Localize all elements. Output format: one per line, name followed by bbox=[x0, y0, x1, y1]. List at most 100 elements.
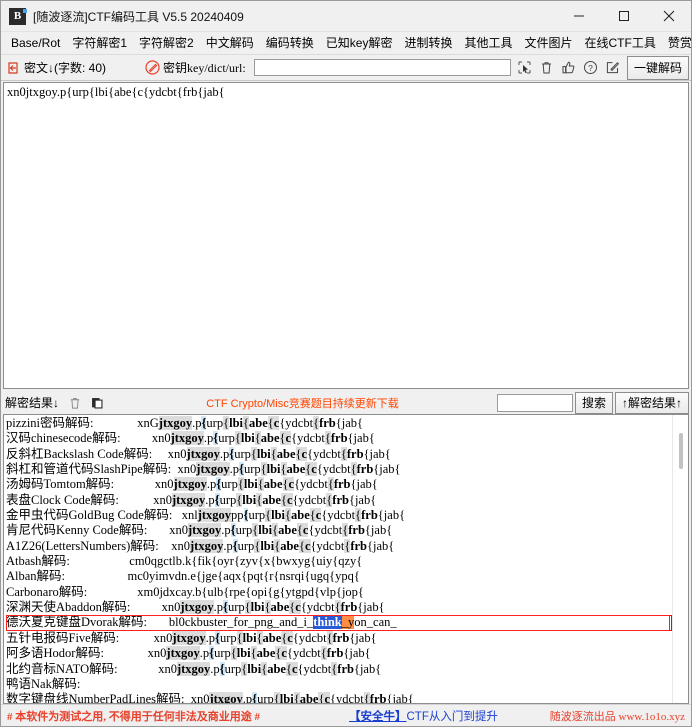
title-bar: B [随波逐流]CTF编码工具 V5.5 20240409 bbox=[1, 1, 691, 32]
cipher-input-text: xn0jtxgoy.p{urp{lbi{abe{c{ydcbt{frb{jab{ bbox=[7, 85, 225, 99]
result-value: xn0jtxgoy.p{urp{lbi{abe{c{ydcbt{frb{jab{ bbox=[147, 646, 371, 661]
result-value: xn0jtxgoy.p{urp{lbi{abe{c{ydcbt{frb{jab{ bbox=[153, 492, 377, 507]
result-gap bbox=[147, 523, 169, 537]
application-window: B [随波逐流]CTF编码工具 V5.5 20240409 Base/Rot 字… bbox=[0, 0, 692, 727]
result-label: 北约音标NATO解码: bbox=[6, 661, 118, 676]
menu-item-base-rot[interactable]: Base/Rot bbox=[5, 33, 66, 53]
result-value: xnljtxgoypp{urp{lbi{abe{c{ydcbt{frb{jab{ bbox=[181, 508, 406, 523]
menu-item-other-tools[interactable]: 其他工具 bbox=[458, 33, 518, 53]
result-row[interactable]: 金甲虫代码GoldBug Code解码: xnljtxgoypp{urp{lbi… bbox=[6, 508, 672, 523]
results-scrollbar[interactable] bbox=[672, 415, 688, 703]
promo-banner[interactable]: CTF Crypto/Misc竞赛题目持续更新下载 bbox=[108, 395, 497, 411]
menu-item-known-key[interactable]: 已知key解密 bbox=[320, 33, 399, 53]
result-label: 汉码chinesecode解码: bbox=[6, 431, 121, 446]
menu-item-char-decrypt-1[interactable]: 字符解密1 bbox=[66, 33, 133, 53]
result-value: xn0jtxgoy.p{urp{lbi{abe{c{ydcbt{frb{jab{ bbox=[161, 600, 385, 615]
menu-item-encoding-convert[interactable]: 编码转换 bbox=[260, 33, 320, 53]
maximize-button[interactable] bbox=[601, 1, 646, 31]
key-input[interactable] bbox=[253, 59, 511, 76]
result-row[interactable]: 斜杠和管道代码SlashPipe解码: xn0jtxgoy.p{urp{lbi{… bbox=[6, 462, 672, 477]
result-value: xnGjtxgoy.p{urp{lbi{abe{c{ydcbt{frb{jab{ bbox=[137, 416, 364, 430]
minimize-button[interactable] bbox=[556, 1, 601, 31]
result-row[interactable]: 阿多语Hodor解码: xn0jtxgoy.p{urp{lbi{abe{c{yd… bbox=[6, 646, 672, 661]
search-input[interactable] bbox=[496, 393, 573, 412]
status-promo-bracket: 【安全牛】 bbox=[349, 710, 407, 723]
results-list[interactable]: pizzini密码解码: xnGjtxgoy.p{urp{lbi{abe{c{y… bbox=[4, 415, 672, 703]
trash-icon[interactable] bbox=[537, 58, 557, 78]
search-button[interactable]: 搜索 bbox=[574, 391, 613, 414]
svg-text:?: ? bbox=[589, 63, 594, 73]
result-value: xn0jtxgoy.p{urp{lbi{abe{c{ydcbt{frb{jab{ bbox=[191, 692, 414, 703]
result-label: 汤姆码Tomtom解码: bbox=[6, 477, 115, 492]
result-gap bbox=[65, 569, 128, 583]
result-row[interactable]: 深渊天使Abaddon解码: xn0jtxgoy.p{urp{lbi{abe{c… bbox=[6, 600, 672, 615]
results-scrollbar-thumb[interactable] bbox=[679, 433, 683, 469]
results-trash-icon[interactable] bbox=[65, 393, 85, 413]
result-row[interactable]: 数字键盘线NumberPadLines解码: xn0jtxgoy.p{urp{l… bbox=[6, 692, 672, 703]
result-label: Alban解码: bbox=[6, 569, 66, 584]
status-website: 随波逐流出品 www.1o1o.xyz bbox=[549, 710, 685, 723]
edit-square-icon[interactable] bbox=[603, 58, 623, 78]
result-gap bbox=[130, 600, 161, 614]
result-label: 德沃夏克键盘Dvorak解码: bbox=[6, 615, 147, 630]
status-promo-text: CTF从入门到提升 bbox=[406, 710, 498, 723]
result-gap bbox=[104, 646, 148, 660]
menu-item-donate[interactable]: 赞赏作者 bbox=[662, 33, 692, 53]
status-promo-link[interactable]: 【安全牛】CTF从入门到提升 bbox=[349, 708, 498, 724]
result-row[interactable]: 表盘Clock Code解码: xn0jtxgoy.p{urp{lbi{abe{… bbox=[6, 492, 672, 508]
menu-bar: Base/Rot 字符解密1 字符解密2 中文解码 编码转换 已知key解密 进… bbox=[1, 32, 692, 55]
result-row[interactable]: Atbash解码: cm0qgctlb.k{fik{oyr{zyv{x{bwxy… bbox=[6, 554, 672, 569]
help-question-icon[interactable]: ? bbox=[581, 58, 601, 78]
result-label: 深渊天使Abaddon解码: bbox=[6, 600, 131, 615]
result-label: pizzini密码解码: bbox=[6, 416, 94, 430]
menu-item-online-ctf[interactable]: 在线CTF工具 bbox=[579, 33, 662, 53]
results-header: 解密结果↓ CTF Crypto/Misc竞赛题目持续更新下载 搜索 ↑解密结果… bbox=[1, 391, 691, 414]
cipher-toolbar: 密文↓(字数: 40) 密钥key/dict/url: ? 一键解码 bbox=[1, 55, 691, 81]
result-label: 表盘Clock Code解码: bbox=[6, 492, 119, 507]
result-row[interactable]: 汤姆码Tomtom解码: xn0jtxgoy.p{urp{lbi{abe{c{y… bbox=[6, 477, 672, 492]
menu-item-chinese-decode[interactable]: 中文解码 bbox=[200, 33, 260, 53]
result-label: 鸭语Nak解码: bbox=[6, 676, 81, 691]
menu-item-file-image[interactable]: 文件图片 bbox=[518, 33, 578, 53]
result-value: xm0jdxcay.b{ulb{rpe{opi{g{ytgpd{vlp{jop{ bbox=[137, 584, 364, 599]
result-label: 肯尼代码Kenny Code解码: bbox=[6, 523, 148, 538]
status-disclaimer: # 本软件为测试之用, 不得用于任何非法及商业用途 # bbox=[7, 710, 260, 723]
pencil-edit-icon[interactable] bbox=[144, 60, 160, 76]
thumbs-up-icon[interactable] bbox=[559, 58, 579, 78]
select-cursor-icon[interactable] bbox=[515, 58, 535, 78]
result-row[interactable]: 汉码chinesecode解码: xn0jtxgoy.p{urp{lbi{abe… bbox=[6, 431, 672, 446]
result-row[interactable]: 反斜杠Backslash Code解码: xn0jtxgoy.p{urp{lbi… bbox=[6, 446, 672, 462]
result-value-post: on_can_ bbox=[354, 615, 397, 630]
result-value: xn0jtxgoy.p{urp{lbi{abe{c{ydcbt{frb{jab{ bbox=[153, 630, 377, 645]
result-row[interactable]: 五针电报码Five解码: xn0jtxgoy.p{urp{lbi{abe{c{y… bbox=[6, 630, 672, 646]
result-label: Carbonaro解码: bbox=[6, 584, 88, 599]
result-value: cm0qgctlb.k{fik{oyr{zyv{x{bwxyg{uiy{qzy{ bbox=[129, 554, 363, 569]
result-value: xn0jtxgoy.p{urp{lbi{abe{c{ydcbt{frb{jab{ bbox=[169, 523, 393, 538]
result-row[interactable]: 德沃夏克键盘Dvorak解码: bl0ckbuster_for_png_and_… bbox=[6, 615, 672, 631]
app-logo-icon: B bbox=[9, 7, 27, 25]
results-title: 解密结果↓ bbox=[5, 396, 60, 410]
results-copy-icon[interactable] bbox=[87, 393, 107, 413]
result-value: xn0jtxgoy.p{urp{lbi{abe{c{ydcbt{frb{jab{ bbox=[154, 477, 378, 492]
result-row[interactable]: pizzini密码解码: xnGjtxgoy.p{urp{lbi{abe{c{y… bbox=[6, 416, 672, 431]
result-row[interactable]: 鸭语Nak解码: bbox=[6, 677, 672, 692]
menu-item-base-convert[interactable]: 进制转换 bbox=[398, 33, 458, 53]
scroll-results-button[interactable]: ↑解密结果↑ bbox=[614, 391, 689, 414]
result-row[interactable]: Alban解码: mc0yimvdn.e{jge{aqx{pqt{r{nsrqi… bbox=[6, 569, 672, 584]
result-value: xn0jtxgoy.p{urp{lbi{abe{c{ydcbt{frb{jab{ bbox=[151, 431, 375, 446]
close-button[interactable] bbox=[646, 1, 691, 31]
cipher-label: 密文↓(字数: 40) bbox=[24, 61, 107, 75]
cipher-input-area[interactable]: xn0jtxgoy.p{urp{lbi{abe{c{ydcbt{frb{jab{ bbox=[3, 82, 689, 389]
result-selection: think bbox=[313, 615, 342, 630]
result-row[interactable]: 北约音标NATO解码: xn0jtxgoy.p{urp{lbi{abe{c{yd… bbox=[6, 661, 672, 677]
result-gap bbox=[119, 631, 153, 645]
key-label: 密钥key/dict/url: bbox=[163, 61, 246, 75]
import-arrow-icon[interactable] bbox=[5, 60, 21, 76]
result-gap bbox=[118, 662, 159, 676]
one-key-decode-button[interactable]: 一键解码 bbox=[626, 55, 689, 80]
result-row[interactable]: 肯尼代码Kenny Code解码: xn0jtxgoy.p{urp{lbi{ab… bbox=[6, 523, 672, 538]
result-row[interactable]: Carbonaro解码: xm0jdxcay.b{ulb{rpe{opi{g{y… bbox=[6, 585, 672, 600]
result-row[interactable]: A1Z26(LettersNumbers)解码: xn0jtxgoy.p{urp… bbox=[6, 538, 672, 554]
result-value: xn0jtxgoy.p{urp{lbi{abe{c{ydcbt{frb{jab{ bbox=[177, 462, 401, 477]
menu-item-char-decrypt-2[interactable]: 字符解密2 bbox=[133, 33, 200, 53]
